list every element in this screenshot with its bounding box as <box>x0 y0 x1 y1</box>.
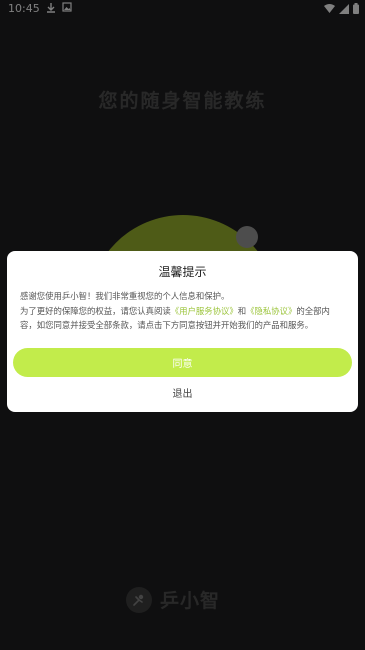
dialog-text-prefix: 为了更好的保障您的权益，请您认真阅读 <box>20 305 171 316</box>
agree-button[interactable]: 同意 <box>13 348 352 377</box>
privacy-dialog: 温馨提示 感谢您使用乒小智！我们非常重视您的个人信息和保护。 为了更好的保障您的… <box>7 251 358 412</box>
dialog-intro-text: 感谢您使用乒小智！我们非常重视您的个人信息和保护。 <box>20 291 230 301</box>
privacy-policy-link[interactable]: 《隐私协议》 <box>246 306 296 316</box>
user-agreement-link[interactable]: 《用户服务协议》 <box>171 306 238 316</box>
dialog-text-and: 和 <box>237 305 247 316</box>
dialog-body: 感谢您使用乒小智！我们非常重视您的个人信息和保护。 为了更好的保障您的权益，请您… <box>20 289 346 333</box>
dialog-title: 温馨提示 <box>158 265 207 279</box>
exit-button[interactable]: 退出 <box>7 385 358 400</box>
